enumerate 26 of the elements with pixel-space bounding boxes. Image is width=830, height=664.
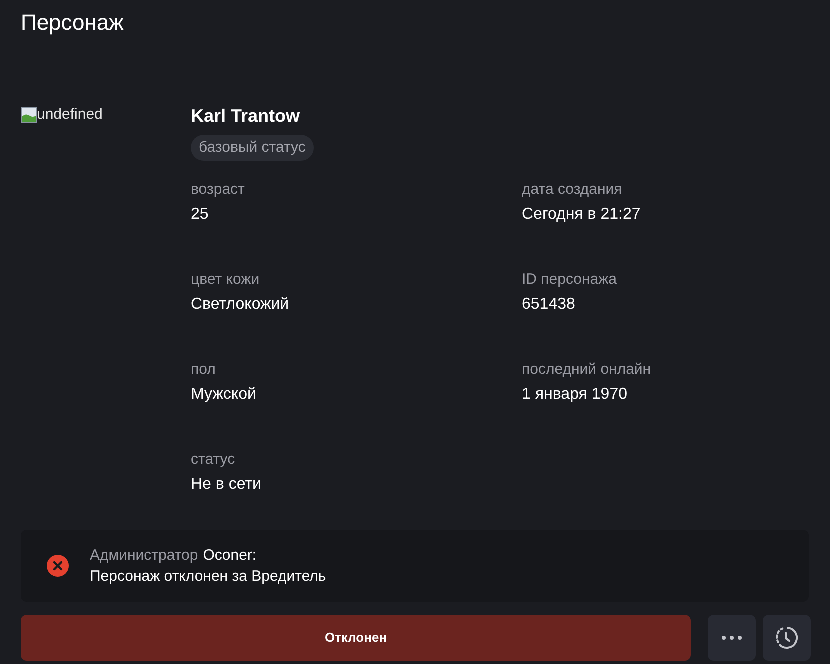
field-value: Не в сети: [191, 475, 262, 495]
more-icon: [722, 636, 742, 640]
history-button[interactable]: [763, 615, 811, 661]
notice-message: Персонаж отклонен за Вредитель: [90, 567, 326, 587]
field-label: дата создания: [522, 180, 624, 200]
character-name: Karl Trantow: [191, 105, 302, 128]
field-label: последний онлайн: [522, 360, 652, 380]
author-name: Oconer:: [203, 546, 257, 566]
field-label: ID персонажа: [522, 270, 618, 290]
field-value: 1 января 1970: [522, 385, 628, 405]
broken-image-icon: [21, 107, 37, 123]
field-value: Светлокожий: [191, 295, 290, 315]
field-value: Сегодня в 21:27: [522, 205, 642, 225]
field-label: пол: [191, 360, 217, 380]
field-value: 25: [191, 205, 210, 225]
history-icon: [775, 626, 799, 650]
field-value: 651438: [522, 295, 576, 315]
status-button[interactable]: Отклонен: [21, 615, 691, 661]
page-title: Персонаж: [21, 9, 125, 37]
author-role: Администратор: [90, 546, 198, 566]
field-label: возраст: [191, 180, 246, 200]
field-label: цвет кожи: [191, 270, 261, 290]
field-value: Мужской: [191, 385, 258, 405]
status-badge: базовый статус: [191, 135, 314, 161]
field-label: статус: [191, 450, 236, 470]
image-alt-text: undefined: [37, 106, 103, 124]
